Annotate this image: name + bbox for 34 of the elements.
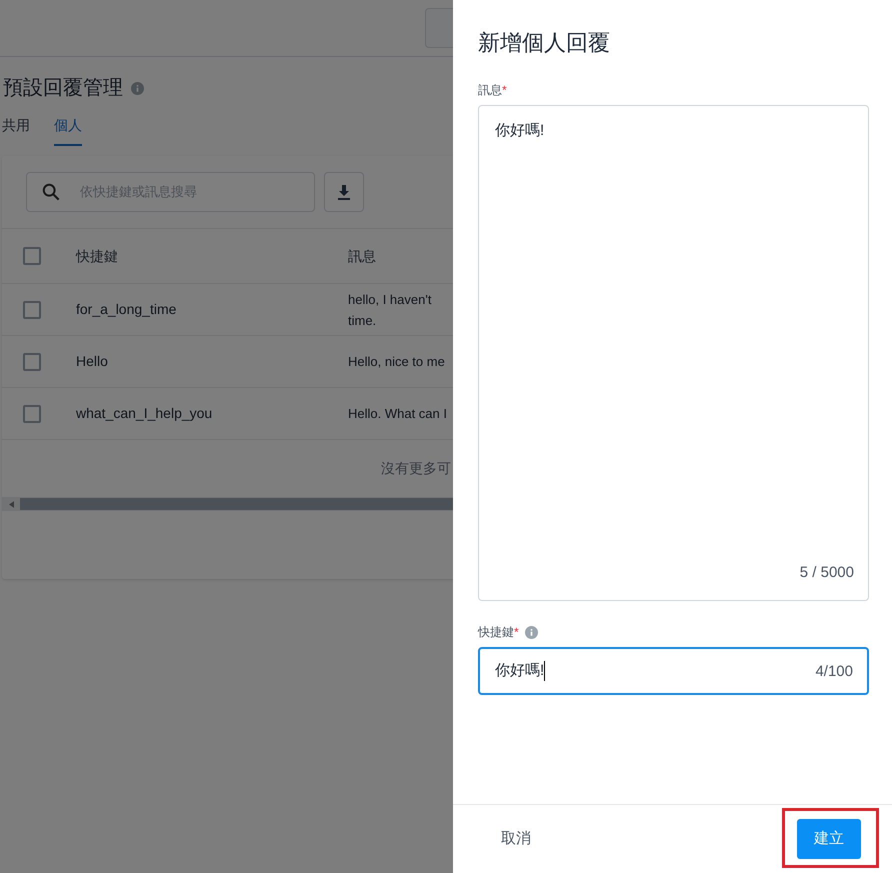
character-counter: 5 / 5000 xyxy=(800,562,854,582)
tab[interactable]: 共用 xyxy=(2,115,30,146)
shortcut-input[interactable]: 你好嗎! 4/100 xyxy=(478,647,869,695)
field-label: 快捷鍵* xyxy=(478,624,519,641)
checkbox[interactable] xyxy=(23,404,41,422)
text-cursor xyxy=(544,661,546,681)
checkbox[interactable] xyxy=(23,300,41,318)
table-cell-text: Hello, nice to me xyxy=(348,353,445,371)
scroll-left-icon[interactable] xyxy=(9,500,14,508)
info-icon xyxy=(524,626,538,638)
empty-note: 沒有更多可 xyxy=(381,459,451,478)
column-header: 訊息 xyxy=(348,246,376,266)
checkbox[interactable] xyxy=(23,352,41,370)
table-cell-text: for_a_long_time xyxy=(76,300,178,319)
field-value: 你好嗎! xyxy=(495,121,544,141)
search-icon xyxy=(42,183,60,201)
download-button[interactable] xyxy=(324,172,364,212)
message-textarea[interactable]: 你好嗎! 5 / 5000 xyxy=(478,105,869,601)
checkbox[interactable] xyxy=(23,247,41,265)
field-label: 訊息* xyxy=(478,82,507,99)
download-icon xyxy=(336,184,352,200)
table-cell-text: Hello. What can I xyxy=(348,405,447,423)
drawer-title: 新增個人回覆 xyxy=(478,29,611,57)
field-value: 你好嗎! xyxy=(495,660,544,681)
table-cell-text: hello, I haven't time. xyxy=(348,290,432,330)
info-icon xyxy=(131,82,144,94)
tab[interactable]: 個人 xyxy=(54,115,82,146)
page-title: 預設回覆管理 xyxy=(3,76,123,101)
create-button[interactable]: 建立 xyxy=(797,819,861,859)
table-cell-text: what_can_I_help_you xyxy=(76,404,214,423)
table-cell-text: Hello xyxy=(76,352,109,371)
column-header: 快捷鍵 xyxy=(76,246,119,266)
character-counter: 4/100 xyxy=(815,662,853,682)
cancel-button[interactable]: 取消 xyxy=(501,828,531,850)
